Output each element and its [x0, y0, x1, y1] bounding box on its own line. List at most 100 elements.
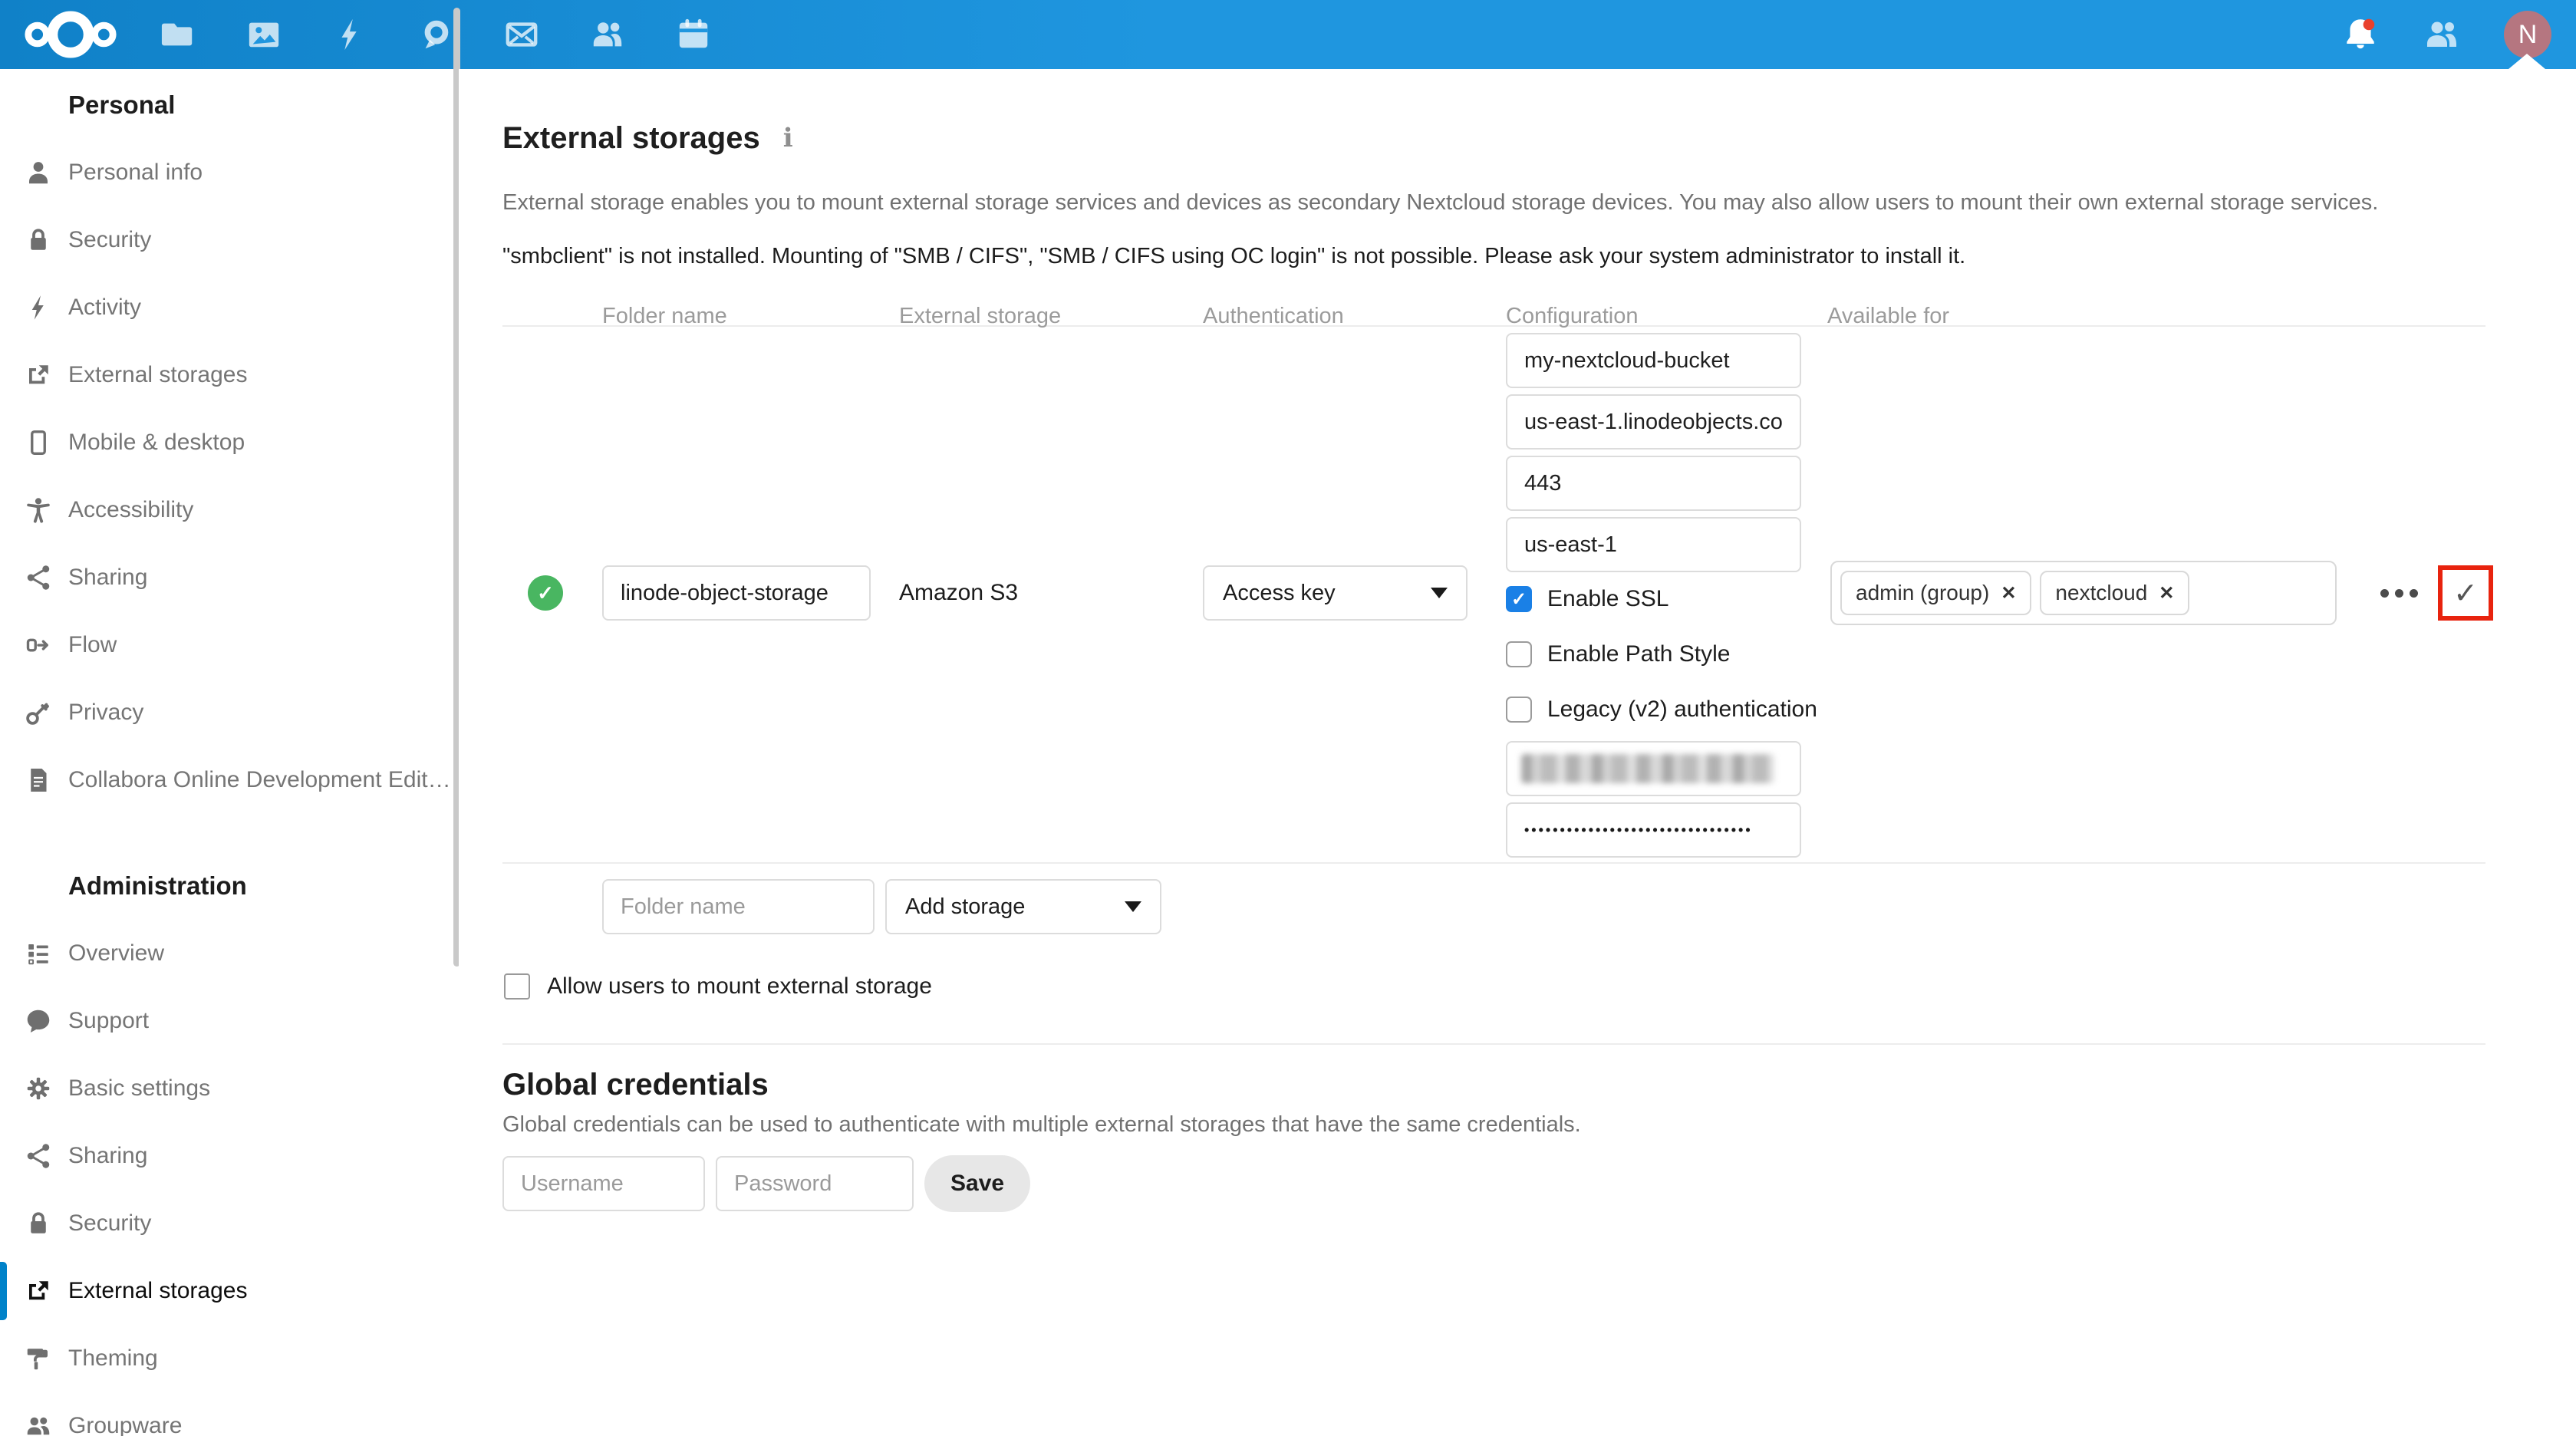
- available-for-chip: nextcloud ✕: [2040, 571, 2189, 615]
- sidebar-item-sharing[interactable]: Sharing: [0, 1122, 459, 1190]
- app-mail-button[interactable]: [503, 16, 540, 53]
- checkbox-label: Enable SSL: [1547, 586, 1668, 612]
- talk-icon: [418, 17, 453, 52]
- bolt-icon: [332, 17, 367, 52]
- sidebar-item-mobile-desktop[interactable]: Mobile & desktop: [0, 409, 459, 476]
- sidebar-item-label: Sharing: [68, 1143, 147, 1169]
- avatar-caret: [2508, 54, 2545, 69]
- sidebar-item-groupware[interactable]: Groupware: [0, 1392, 459, 1436]
- sidebar-item-accessibility[interactable]: Accessibility: [0, 476, 459, 544]
- allow-users-checkbox[interactable]: [504, 973, 530, 1000]
- password-field[interactable]: [716, 1156, 914, 1211]
- chip-label: admin (group): [1856, 581, 1989, 605]
- lock-icon: [25, 1210, 52, 1237]
- sidebar-item-external-storages[interactable]: External storages: [0, 1257, 459, 1325]
- checkbox[interactable]: ✓: [1506, 586, 1532, 612]
- mail-icon: [504, 17, 539, 52]
- available-for-input[interactable]: admin (group) ✕ nextcloud ✕: [1830, 561, 2337, 625]
- chat-icon: [25, 1007, 52, 1035]
- sidebar-item-label: Theming: [68, 1345, 158, 1372]
- list-icon: [25, 940, 52, 967]
- sidebar-item-overview[interactable]: Overview: [0, 920, 459, 987]
- authentication-value: Access key: [1223, 581, 1336, 606]
- sidebar-section-personal: Personal: [68, 90, 459, 120]
- sidebar-item-support[interactable]: Support: [0, 987, 459, 1055]
- app-menu: [160, 16, 712, 53]
- user-icon: [25, 159, 52, 186]
- new-folder-name-input[interactable]: [602, 879, 875, 934]
- doc-icon: [25, 766, 52, 794]
- app-contacts-button[interactable]: [589, 16, 626, 53]
- config-input-1[interactable]: [1506, 394, 1801, 450]
- checkbox-row-enable-ssl[interactable]: ✓ Enable SSL: [1506, 586, 1801, 612]
- app-talk-button[interactable]: [417, 16, 454, 53]
- config-input-3[interactable]: [1506, 517, 1801, 572]
- app-photos-button[interactable]: [245, 16, 282, 53]
- save-button[interactable]: Save: [924, 1155, 1030, 1212]
- gear-icon: [25, 1075, 52, 1102]
- app-activity-button[interactable]: [331, 16, 368, 53]
- sidebar-item-label: Support: [68, 1008, 149, 1034]
- lock-icon: [25, 226, 52, 254]
- folder-icon: [160, 17, 196, 52]
- secret-key-input[interactable]: [1506, 802, 1801, 858]
- chip-remove-icon[interactable]: ✕: [2159, 582, 2174, 604]
- header-configuration: Configuration: [1506, 304, 1827, 318]
- header-folder-name: Folder name: [602, 304, 899, 318]
- smbclient-warning: "smbclient" is not installed. Mounting o…: [502, 242, 2485, 270]
- external-icon: [25, 361, 52, 389]
- chip-label: nextcloud: [2055, 581, 2147, 605]
- info-icon[interactable]: i: [783, 118, 793, 158]
- app-calendar-button[interactable]: [675, 16, 712, 53]
- sidebar-item-security[interactable]: Security: [0, 206, 459, 274]
- sidebar-item-external-storages[interactable]: External storages: [0, 341, 459, 409]
- authentication-select[interactable]: Access key: [1203, 565, 1468, 621]
- global-credentials-description: Global credentials can be used to authen…: [502, 1111, 2485, 1138]
- key-icon: [25, 699, 52, 726]
- sidebar-item-personal-info[interactable]: Personal info: [0, 139, 459, 206]
- page-title: External storages i: [502, 118, 2485, 158]
- top-bar: N: [0, 0, 2576, 69]
- storage-status-ok-icon: ✓: [528, 575, 563, 611]
- notifications-bell-icon[interactable]: [2341, 15, 2380, 54]
- sidebar-item-privacy[interactable]: Privacy: [0, 679, 459, 746]
- nextcloud-logo[interactable]: [21, 0, 120, 69]
- add-storage-select[interactable]: Add storage: [885, 879, 1161, 934]
- config-input-2[interactable]: [1506, 456, 1801, 511]
- redacted-text: [1521, 754, 1774, 783]
- row-options-menu[interactable]: [2380, 581, 2418, 605]
- sidebar-item-label: Basic settings: [68, 1075, 210, 1102]
- nextcloud-logo-icon: [21, 0, 120, 69]
- user-avatar[interactable]: N: [2504, 11, 2551, 58]
- config-input-0[interactable]: [1506, 333, 1801, 388]
- access-key-input-redacted[interactable]: [1506, 741, 1801, 796]
- folder-name-input[interactable]: [602, 565, 871, 621]
- checkbox-row-legacy-v2-authentication[interactable]: Legacy (v2) authentication: [1506, 697, 1801, 723]
- checkbox-row-enable-path-style[interactable]: Enable Path Style: [1506, 641, 1801, 667]
- app-files-button[interactable]: [160, 16, 196, 53]
- global-credentials-form: Save: [502, 1155, 2485, 1212]
- sidebar-item-sharing[interactable]: Sharing: [0, 544, 459, 611]
- allow-users-checkbox-row[interactable]: Allow users to mount external storage: [504, 973, 2485, 1000]
- allow-users-label: Allow users to mount external storage: [547, 973, 932, 1000]
- sidebar-item-label: Accessibility: [68, 497, 193, 523]
- sidebar-item-theming[interactable]: Theming: [0, 1325, 459, 1392]
- add-storage-value: Add storage: [905, 894, 1025, 920]
- external-icon: [25, 1277, 52, 1305]
- save-storage-button[interactable]: ✓: [2438, 565, 2493, 621]
- checkbox[interactable]: [1506, 641, 1532, 667]
- sidebar-item-collabora-online-development-edit[interactable]: Collabora Online Development Edit…: [0, 746, 459, 814]
- checkbox-label: Legacy (v2) authentication: [1547, 697, 1817, 723]
- sidebar-item-flow[interactable]: Flow: [0, 611, 459, 679]
- contacts-menu-icon[interactable]: [2423, 15, 2461, 54]
- checkbox[interactable]: [1506, 697, 1532, 723]
- sidebar-item-activity[interactable]: Activity: [0, 274, 459, 341]
- page-title-text: External storages: [502, 118, 760, 158]
- sidebar-item-security[interactable]: Security: [0, 1190, 459, 1257]
- avatar-initial: N: [2518, 20, 2538, 50]
- external-storage-type: Amazon S3: [899, 580, 1018, 605]
- username-field[interactable]: [502, 1156, 705, 1211]
- sidebar-item-basic-settings[interactable]: Basic settings: [0, 1055, 459, 1122]
- chip-remove-icon[interactable]: ✕: [2001, 582, 2016, 604]
- sidebar-item-label: Personal info: [68, 160, 203, 186]
